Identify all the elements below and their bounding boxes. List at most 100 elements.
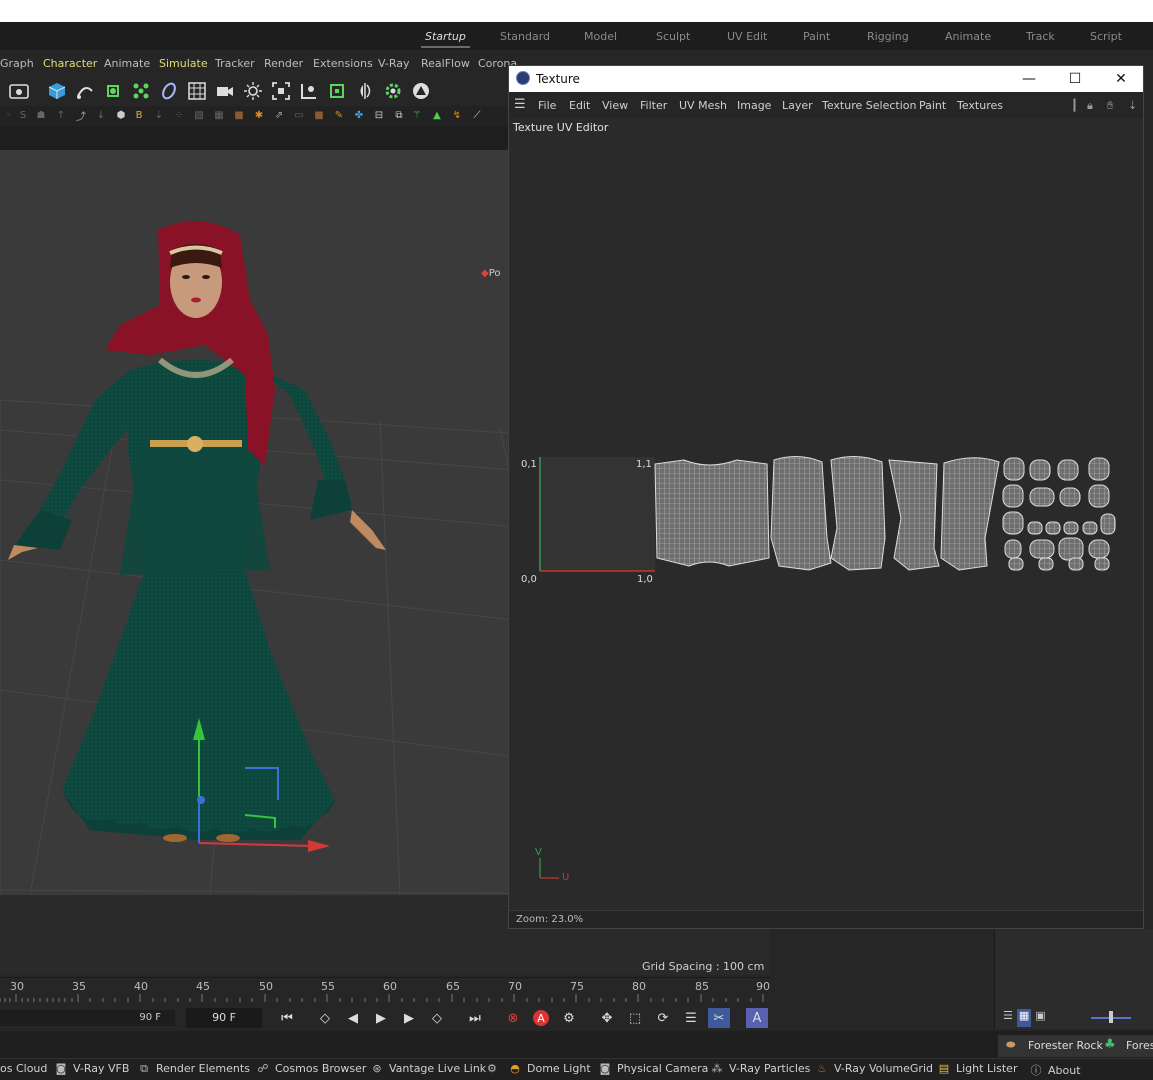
small-tool-icon[interactable]: ▭ <box>292 108 306 122</box>
param-key-icon[interactable]: ☰ <box>680 1008 702 1028</box>
next-frame-icon[interactable]: ▶ <box>398 1008 420 1028</box>
tab-uv-edit[interactable]: UV Edit <box>727 30 767 43</box>
menu-extensions[interactable]: Extensions <box>313 57 373 70</box>
list-view-icon[interactable]: ☰ <box>1003 1009 1013 1027</box>
small-tool-icon[interactable]: ↑ <box>54 108 68 122</box>
tab-model[interactable]: Model <box>584 30 617 43</box>
minimize-icon[interactable]: — <box>1020 70 1038 88</box>
physical-camera-button[interactable]: ◙ Physical Camera <box>599 1062 709 1075</box>
menu-realflow[interactable]: RealFlow <box>421 57 470 70</box>
prev-key-icon[interactable]: ◇ <box>314 1008 336 1028</box>
triangle-tool-icon[interactable] <box>410 80 432 102</box>
settings-icon[interactable]: ⚙ <box>487 1062 497 1075</box>
end-frame-field[interactable]: 90 F <box>0 1010 175 1026</box>
tab-startup[interactable]: Startup <box>421 30 470 48</box>
grid-field-icon[interactable] <box>186 80 208 102</box>
small-tool-icon[interactable]: ◦ <box>2 108 16 122</box>
light-lister-button[interactable]: ▤ Light Lister <box>938 1062 1018 1075</box>
tab-track[interactable]: Track <box>1026 30 1055 43</box>
render-view-icon[interactable] <box>8 80 30 102</box>
hamburger-menu-icon[interactable]: ☰ <box>514 97 526 112</box>
tex-menu-paint[interactable]: Paint <box>919 99 946 112</box>
timeline-mode-icon[interactable]: A <box>746 1008 768 1028</box>
tex-menu-texture-selection[interactable]: Texture Selection <box>822 99 916 112</box>
vray-particles-button[interactable]: ⁂ V-Ray Particles <box>711 1062 811 1075</box>
render-elements-button[interactable]: ⧉ Render Elements <box>138 1062 250 1076</box>
cube-icon[interactable] <box>46 80 68 102</box>
snap-icon[interactable] <box>298 80 320 102</box>
gear-green-icon[interactable] <box>382 80 404 102</box>
forester-tree-button[interactable]: Fores <box>1126 1039 1153 1052</box>
small-tool-icon[interactable]: ■ <box>312 108 326 122</box>
pan-hand-icon[interactable]: ✋︎ <box>1107 99 1113 113</box>
move-key-icon[interactable]: ✥ <box>596 1008 618 1028</box>
autokey-icon[interactable]: A <box>530 1008 552 1028</box>
next-key-icon[interactable]: ◇ <box>426 1008 448 1028</box>
small-tool-icon[interactable]: ▲ <box>430 108 444 122</box>
about-button[interactable]: ⓘ About <box>1030 1062 1081 1078</box>
cloner-icon[interactable] <box>130 80 152 102</box>
small-tool-icon[interactable]: ⁘ <box>172 108 186 122</box>
small-tool-icon[interactable]: ✎ <box>332 108 346 122</box>
menu-tracker[interactable]: Tracker <box>215 57 255 70</box>
tex-menu-textures[interactable]: Textures <box>957 99 1003 112</box>
tab-standard[interactable]: Standard <box>500 30 550 43</box>
tex-menu-view[interactable]: View <box>602 99 628 112</box>
small-tool-icon[interactable]: ✱ <box>252 108 266 122</box>
scale-key-icon[interactable]: ⬚ <box>624 1008 646 1028</box>
menu-character[interactable]: Character <box>43 57 97 70</box>
small-tool-icon[interactable]: ▧ <box>192 108 206 122</box>
tab-paint[interactable]: Paint <box>803 30 830 43</box>
texture-window-titlebar[interactable] <box>509 66 1143 92</box>
small-tool-icon[interactable]: ↯ <box>450 108 464 122</box>
small-tool-icon[interactable]: ⬢ <box>114 108 128 122</box>
small-tool-icon[interactable]: ▦ <box>212 108 226 122</box>
menu-vray[interactable]: V-Ray <box>378 57 410 70</box>
small-tool-icon[interactable]: ✤ <box>352 108 366 122</box>
tex-menu-file[interactable]: File <box>538 99 556 112</box>
small-tool-icon[interactable]: ↓ <box>94 108 108 122</box>
small-tool-icon[interactable]: ⤴ <box>74 108 88 123</box>
keyframe-settings-icon[interactable]: ⚙ <box>558 1008 580 1028</box>
tab-script[interactable]: Script <box>1090 30 1122 43</box>
small-tool-icon[interactable]: ⇣ <box>152 108 166 122</box>
move-arrow-icon[interactable]: ⇣ <box>1128 99 1137 112</box>
grid-view-icon[interactable]: ▦ <box>1016 1009 1032 1027</box>
tex-menu-layer[interactable]: Layer <box>782 99 813 112</box>
small-tool-icon[interactable]: S <box>16 108 30 122</box>
menu-render[interactable]: Render <box>264 57 303 70</box>
small-tool-icon[interactable]: ■ <box>232 108 246 122</box>
cosmos-browser-button[interactable]: ☍ Cosmos Browser <box>257 1062 366 1075</box>
spline-pen-icon[interactable] <box>74 80 96 102</box>
lock-icon[interactable]: 🔒︎ <box>1087 99 1093 113</box>
tab-animate[interactable]: Animate <box>945 30 991 43</box>
rotate-key-icon[interactable]: ⟳ <box>652 1008 674 1028</box>
vray-vfb-button[interactable]: ◙ V-Ray VFB <box>55 1062 130 1075</box>
camera-icon[interactable] <box>214 80 236 102</box>
close-icon[interactable]: ✕ <box>1112 70 1130 88</box>
uv-editor-canvas[interactable] <box>509 118 1143 910</box>
play-icon[interactable]: ▶ <box>370 1008 392 1028</box>
tex-menu-image[interactable]: Image <box>737 99 771 112</box>
tex-menu-edit[interactable]: Edit <box>569 99 590 112</box>
menu-animate[interactable]: Animate <box>104 57 150 70</box>
goto-end-icon[interactable]: ⏭ <box>464 1008 486 1028</box>
single-view-icon[interactable]: ▣ <box>1035 1009 1045 1027</box>
light-icon[interactable] <box>242 80 264 102</box>
small-tool-icon[interactable]: B <box>132 108 146 122</box>
vantage-live-link-button[interactable]: ⊛ Vantage Live Link <box>371 1062 486 1075</box>
character-model[interactable] <box>8 221 386 842</box>
tex-menu-uv-mesh[interactable]: UV Mesh <box>679 99 727 112</box>
slider-handle[interactable] <box>1109 1011 1113 1023</box>
small-tool-icon[interactable]: ☗ <box>34 108 48 122</box>
record-icon[interactable]: ⊗ <box>502 1008 524 1028</box>
object-tag[interactable]: ◆Po <box>481 268 501 279</box>
tex-menu-filter[interactable]: Filter <box>640 99 667 112</box>
vray-volumegrid-button[interactable]: ♨ V-Ray VolumeGrid <box>816 1062 933 1075</box>
current-frame-field[interactable]: 90 F <box>186 1008 262 1028</box>
symmetry-icon[interactable] <box>326 80 348 102</box>
maximize-icon[interactable]: ☐ <box>1066 70 1084 88</box>
mirror-icon[interactable] <box>354 80 376 102</box>
forester-rock-button[interactable]: Forester Rock <box>1028 1039 1103 1052</box>
subdivision-icon[interactable] <box>102 80 124 102</box>
